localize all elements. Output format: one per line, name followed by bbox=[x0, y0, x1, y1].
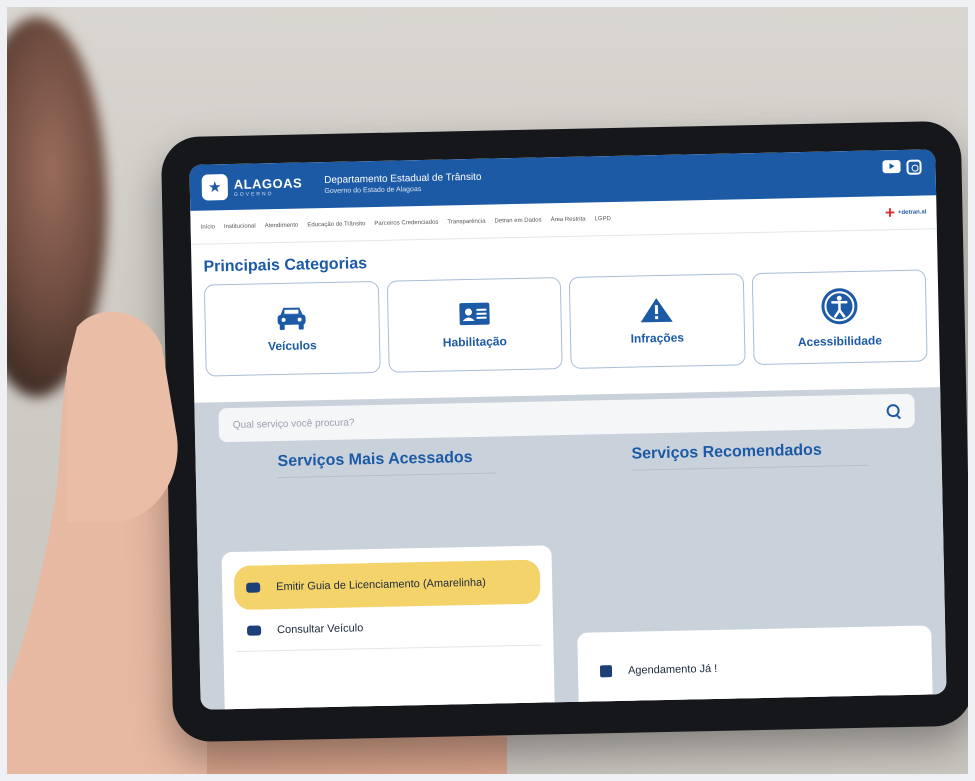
thumb bbox=[67, 311, 178, 522]
category-label-habilitacao: Habilitação bbox=[442, 334, 508, 350]
agency-title-block: Departamento Estadual de Trânsito Govern… bbox=[324, 172, 482, 195]
category-card-acessibilidade[interactable]: Acessibilidade bbox=[751, 269, 928, 366]
category-label-infracoes: Infrações bbox=[630, 330, 685, 346]
search-input[interactable]: Qual serviço você procura? bbox=[233, 417, 355, 431]
car-icon bbox=[277, 307, 306, 330]
category-label-acessibilidade: Acessibilidade bbox=[797, 333, 883, 350]
search-icon[interactable] bbox=[887, 404, 901, 418]
nav-item-institucional[interactable]: Institucional bbox=[224, 223, 256, 230]
logo-text: ALAGOAS bbox=[233, 174, 303, 192]
nav-item-atendimento[interactable]: Atendimento bbox=[265, 222, 299, 229]
car-icon bbox=[246, 624, 262, 636]
plus-icon: + bbox=[884, 203, 896, 223]
coat-of-arms-icon: ★ bbox=[201, 174, 229, 201]
agency-subtitle: Governo do Estado de Alagoas bbox=[324, 185, 422, 196]
list-item[interactable]: Emitir Guia de Licenciamento (Amarelinha… bbox=[233, 559, 541, 610]
social-links bbox=[882, 159, 922, 176]
tablet-screen: ★ ALAGOAS GOVERNO Departamento Estadual … bbox=[189, 149, 947, 710]
nav-item-inicio[interactable]: Início bbox=[201, 224, 215, 230]
category-card-habilitacao[interactable]: Habilitação bbox=[386, 277, 563, 373]
category-card-veiculos[interactable]: Veículos bbox=[203, 280, 381, 377]
car-icon bbox=[246, 582, 261, 593]
category-label-veiculos: Veículos bbox=[267, 338, 317, 354]
nav-item-educacao[interactable]: Educação de Trânsito bbox=[307, 221, 365, 228]
list-item[interactable]: Consultar Veículo bbox=[234, 603, 542, 652]
warning-icon bbox=[640, 298, 673, 323]
id-card-icon bbox=[459, 302, 490, 326]
youtube-icon[interactable] bbox=[882, 159, 901, 174]
nav-item-transparencia[interactable]: Transparência bbox=[447, 218, 485, 225]
nav-item-area-restrita[interactable]: Área Restrita bbox=[550, 216, 585, 223]
photo-background: ★ ALAGOAS GOVERNO Departamento Estadual … bbox=[0, 0, 975, 781]
accessibility-icon bbox=[821, 288, 858, 325]
tablet-device: ★ ALAGOAS GOVERNO Departamento Estadual … bbox=[160, 120, 968, 743]
list-item-label: Agendamento Já ! bbox=[627, 662, 718, 677]
recommended-list: Agendamento Já ! bbox=[577, 625, 934, 710]
services-section: Qual serviço você procura? Serviços Mais… bbox=[194, 387, 947, 710]
instagram-icon[interactable] bbox=[906, 159, 922, 175]
most-accessed-underline bbox=[277, 472, 496, 479]
calendar-icon bbox=[599, 665, 613, 678]
most-accessed-list: Emitir Guia de Licenciamento (Amarelinha… bbox=[221, 545, 556, 710]
logo-subtext: GOVERNO bbox=[233, 190, 274, 198]
plus-detran-label: +detran.al bbox=[897, 208, 927, 216]
list-item-label: Emitir Guia de Licenciamento (Amarelinha… bbox=[276, 576, 486, 594]
recommended-underline bbox=[631, 464, 868, 471]
most-accessed-title: Serviços Mais Acessados bbox=[277, 448, 473, 471]
plus-detran-link[interactable]: + +detran.al bbox=[884, 203, 927, 223]
nav-item-lgpd[interactable]: LGPD bbox=[594, 216, 610, 222]
alagoas-logo[interactable]: ★ ALAGOAS GOVERNO bbox=[201, 172, 303, 201]
list-item-label: Consultar Veículo bbox=[276, 621, 364, 636]
list-item[interactable]: Agendamento Já ! bbox=[599, 644, 911, 692]
category-card-infracoes[interactable]: Infrações bbox=[568, 273, 746, 369]
category-cards: Veículos Habilitação Infrações Acessibil… bbox=[192, 269, 940, 377]
nav-item-parceiros[interactable]: Parceiros Credenciados bbox=[374, 219, 438, 226]
agency-title: Departamento Estadual de Trânsito bbox=[324, 171, 482, 187]
recommended-title: Serviços Recomendados bbox=[631, 441, 822, 463]
nav-item-detran-dados[interactable]: Detran em Dados bbox=[494, 217, 541, 224]
search-bar[interactable]: Qual serviço você procura? bbox=[218, 393, 915, 443]
